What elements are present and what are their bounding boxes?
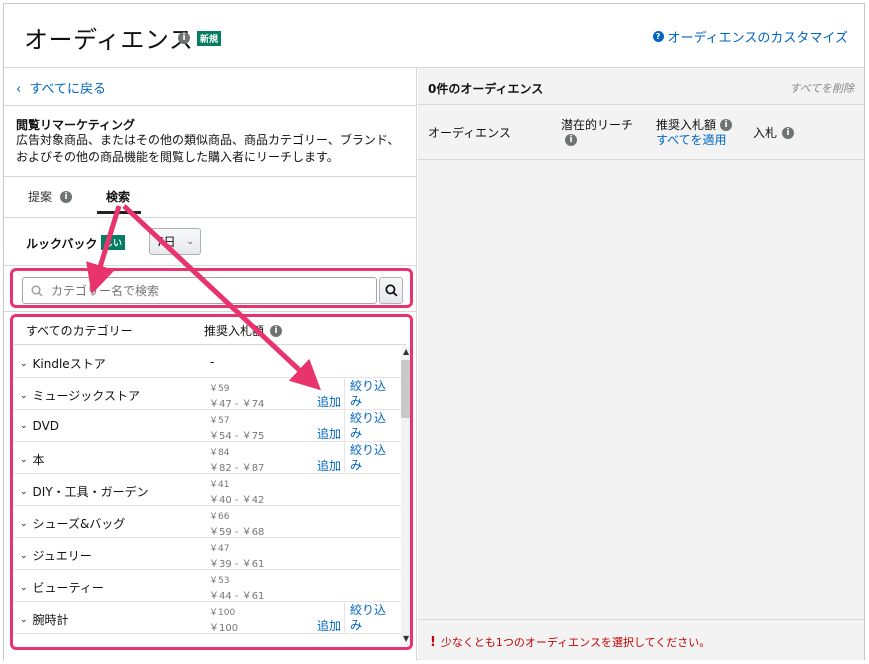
info-icon[interactable]: i — [178, 32, 190, 44]
lookback-select[interactable]: 7日 ⌄ — [149, 228, 201, 255]
page-title: オーディエンス — [24, 26, 194, 54]
selected-count-title: 0件のオーディエンス — [428, 82, 544, 96]
selected-audiences-header: 0件のオーディエンス すべてを削除 — [418, 68, 864, 105]
info-icon[interactable]: i — [782, 126, 795, 139]
selected-table-header: オーディエンス 潜在的リーチ i 推奨入札額 i すべてを適用 入札 i — [418, 106, 864, 160]
remove-all-button[interactable]: すべてを削除 — [789, 80, 854, 96]
warning-icon: ! — [430, 634, 436, 650]
info-icon[interactable]: i — [565, 134, 577, 146]
info-icon[interactable]: i — [720, 118, 733, 131]
results-highlight-box — [10, 314, 413, 650]
audience-panel: オーディエンス i 新規 ? オーディエンスのカスタマイズ ‹ すべてに戻る 閲… — [3, 3, 865, 660]
tab-suggestions[interactable]: 提案 i — [28, 188, 73, 205]
column-header-bid: 入札 i — [753, 124, 795, 141]
lookback-new-badge: しい — [101, 235, 126, 250]
info-icon[interactable]: i — [60, 190, 73, 203]
warning-text: 少なくとも1つのオーディエンスを選択してください。 — [440, 636, 711, 649]
divider — [4, 311, 417, 312]
section-title: 閲覧リマーケティング — [16, 118, 136, 132]
active-tab-indicator — [97, 211, 141, 214]
validation-message: ! 少なくとも1つのオーディエンスを選択してください。 — [430, 634, 710, 650]
column-header-bid-label: 入札 — [753, 126, 778, 140]
panel-header: オーディエンス i 新規 ? オーディエンスのカスタマイズ — [4, 4, 864, 68]
help-icon: ? — [652, 31, 664, 42]
search-highlight-box — [10, 268, 413, 308]
selected-audiences-panel: 0件のオーディエンス すべてを削除 オーディエンス 潜在的リーチ i 推奨入札額… — [418, 68, 864, 660]
lookback-label: ルックバック — [26, 237, 98, 251]
customize-audience-label: オーディエンスのカスタマイズ — [667, 31, 848, 46]
lookback-value: 7日 — [156, 235, 176, 249]
selected-footer: ! 少なくとも1つのオーディエンスを選択してください。 — [418, 619, 864, 660]
tab-label: 検索 — [106, 190, 131, 204]
back-link-label: すべてに戻る — [29, 82, 107, 97]
new-badge: 新規 — [197, 31, 222, 46]
column-header-reach: 潜在的リーチ — [561, 118, 634, 132]
divider — [4, 217, 417, 218]
section-description: 広告対象商品、またはその他の類似商品、商品カテゴリー、ブランド、およびその他の商… — [16, 133, 400, 164]
column-header-audience: オーディエンス — [428, 126, 511, 140]
back-link[interactable]: ‹ すべてに戻る — [16, 78, 106, 97]
divider — [4, 105, 417, 106]
tab-search[interactable]: 検索 — [106, 188, 130, 205]
customize-audience-link[interactable]: ? オーディエンスのカスタマイズ — [652, 27, 848, 46]
divider — [4, 176, 417, 177]
chevron-down-icon: ⌄ — [186, 236, 194, 247]
apply-all-link[interactable]: すべてを適用 — [656, 131, 726, 148]
tab-label: 提案 — [28, 190, 53, 204]
divider — [4, 265, 417, 266]
chevron-left-icon: ‹ — [16, 82, 22, 97]
